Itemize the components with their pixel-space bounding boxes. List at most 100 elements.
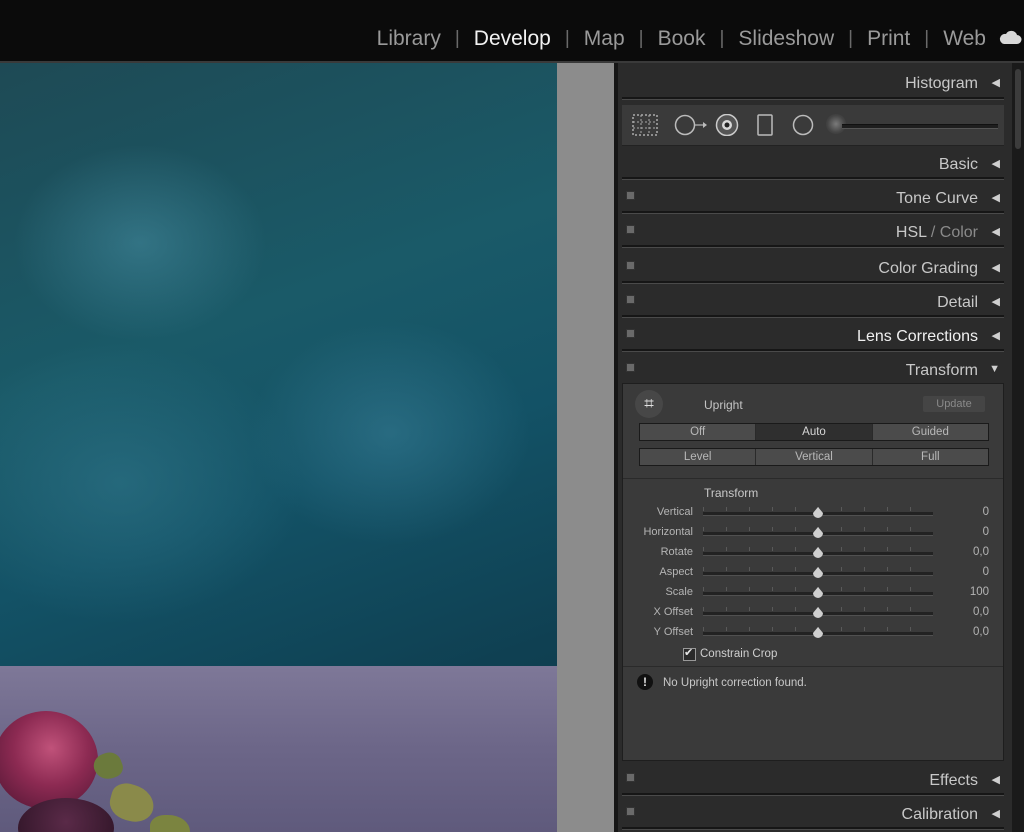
module-develop[interactable]: Develop: [474, 27, 551, 51]
section-divider: [622, 281, 1004, 284]
photo-canvas[interactable]: [0, 63, 557, 832]
upright-auto-button[interactable]: Auto: [756, 424, 873, 440]
slider-thumb[interactable]: [813, 533, 823, 538]
panel-toggle-switch[interactable]: [626, 225, 635, 234]
upright-full-button[interactable]: Full: [872, 449, 988, 465]
slider-label: Scale: [665, 586, 693, 598]
lens-corrections-header[interactable]: Lens Corrections ◀: [622, 320, 1004, 352]
slider-value[interactable]: 0,0: [973, 546, 989, 558]
section-divider: [622, 827, 1004, 830]
upright-status-message: No Upright correction found.: [663, 677, 807, 689]
color-tab[interactable]: Color: [940, 224, 978, 241]
update-button[interactable]: Update: [923, 396, 985, 412]
module-separator: |: [924, 28, 930, 49]
slider-thumb[interactable]: [813, 513, 823, 518]
scale-slider-row[interactable]: Scale 100: [623, 583, 1003, 603]
upright-label: Upright: [704, 398, 743, 412]
y-offset-slider-row[interactable]: Y Offset 0,0: [623, 623, 1003, 643]
module-library[interactable]: Library: [377, 27, 441, 51]
scrollbar-thumb[interactable]: [1015, 69, 1021, 149]
hsl-color-header[interactable]: HSL / Color ◀: [622, 216, 1004, 248]
adjustment-brush-slider[interactable]: [842, 124, 998, 129]
module-web[interactable]: Web: [943, 27, 986, 51]
constrain-crop-checkbox[interactable]: [683, 646, 696, 661]
upright-guided-button[interactable]: Guided: [872, 424, 988, 440]
module-print[interactable]: Print: [867, 27, 910, 51]
slider-value[interactable]: 0,0: [973, 606, 989, 618]
module-slideshow[interactable]: Slideshow: [738, 27, 834, 51]
detail-title: Detail: [937, 294, 978, 311]
collapse-triangle-icon: ◀: [991, 330, 1000, 342]
section-divider: [622, 793, 1004, 796]
slider-thumb[interactable]: [813, 633, 823, 638]
transform-header[interactable]: Transform ▼: [622, 354, 1004, 386]
collapse-triangle-icon: ◀: [991, 77, 1000, 89]
x-offset-slider-row[interactable]: X Offset 0,0: [623, 603, 1003, 623]
effects-header[interactable]: Effects ◀: [622, 764, 1004, 796]
module-book[interactable]: Book: [658, 27, 706, 51]
crop-tool-icon[interactable]: ⌗: [635, 390, 663, 418]
slider-thumb[interactable]: [813, 573, 823, 578]
slider-value[interactable]: 100: [970, 586, 989, 598]
slider-thumb[interactable]: [813, 593, 823, 598]
basic-header[interactable]: Basic ◀: [622, 148, 1004, 180]
slider-thumb[interactable]: [813, 613, 823, 618]
panel-toggle-switch[interactable]: [626, 261, 635, 270]
panel-toggle-switch[interactable]: [626, 329, 635, 338]
effects-title: Effects: [929, 772, 978, 789]
collapse-triangle-icon: ◀: [991, 226, 1000, 238]
panel-toggle-switch[interactable]: [626, 191, 635, 200]
collapse-triangle-icon: ◀: [991, 296, 1000, 308]
module-separator: |: [454, 28, 460, 49]
detail-header[interactable]: Detail ◀: [622, 286, 1004, 318]
panel-toggle-switch[interactable]: [626, 295, 635, 304]
section-divider: [622, 315, 1004, 318]
lens-corrections-title: Lens Corrections: [857, 328, 978, 345]
radial-filter-icon[interactable]: [790, 114, 816, 136]
section-divider: [622, 97, 1004, 100]
collapse-triangle-icon: ◀: [991, 158, 1000, 170]
module-separator: |: [848, 28, 854, 49]
horizontal-slider-row[interactable]: Horizontal 0: [623, 523, 1003, 543]
module-separator: |: [638, 28, 644, 49]
slider-value[interactable]: 0: [983, 506, 989, 518]
color-grading-header[interactable]: Color Grading ◀: [622, 252, 1004, 284]
panel-toggle-switch[interactable]: [626, 807, 635, 816]
calibration-title: Calibration: [901, 806, 978, 823]
upright-mode-row-2: Level Vertical Full: [639, 448, 989, 466]
slider-value[interactable]: 0: [983, 526, 989, 538]
upright-vertical-button[interactable]: Vertical: [756, 449, 873, 465]
panel-scrollbar[interactable]: [1012, 63, 1024, 832]
vertical-slider-row[interactable]: Vertical 0: [623, 503, 1003, 523]
panel-toggle-switch[interactable]: [626, 363, 635, 372]
slider-value[interactable]: 0,0: [973, 626, 989, 638]
collapse-triangle-icon: ◀: [991, 808, 1000, 820]
module-map[interactable]: Map: [584, 27, 625, 51]
graduated-filter-icon[interactable]: [756, 114, 774, 136]
aspect-slider-row[interactable]: Aspect 0: [623, 563, 1003, 583]
spot-removal-icon[interactable]: [674, 114, 708, 136]
red-eye-icon[interactable]: [714, 114, 740, 136]
crop-overlay-icon[interactable]: [632, 114, 658, 136]
tone-curve-header[interactable]: Tone Curve ◀: [622, 182, 1004, 214]
basic-title: Basic: [938, 156, 978, 173]
upright-off-button[interactable]: Off: [640, 424, 757, 440]
slider-thumb[interactable]: [813, 553, 823, 558]
rotate-slider-row[interactable]: Rotate 0,0: [623, 543, 1003, 563]
cloud-icon[interactable]: [998, 29, 1022, 45]
panel-toggle-switch[interactable]: [626, 773, 635, 782]
calibration-header[interactable]: Calibration ◀: [622, 798, 1004, 830]
slider-value[interactable]: 0: [983, 566, 989, 578]
warning-icon: !: [637, 674, 653, 690]
histogram-title: Histogram: [905, 75, 978, 92]
histogram-header[interactable]: Histogram ◀: [622, 67, 1004, 99]
upright-level-button[interactable]: Level: [640, 449, 757, 465]
transform-subsection-title: Transform: [704, 486, 759, 500]
section-divider: [622, 177, 1004, 180]
slider-label: Aspect: [659, 566, 693, 578]
section-divider: [622, 349, 1004, 352]
constrain-crop-label[interactable]: Constrain Crop: [700, 648, 777, 660]
module-picker-bar: Library | Develop | Map | Book | Slidesh…: [0, 0, 1024, 61]
slider-label: X Offset: [653, 606, 693, 618]
hsl-tab[interactable]: HSL: [896, 224, 927, 241]
